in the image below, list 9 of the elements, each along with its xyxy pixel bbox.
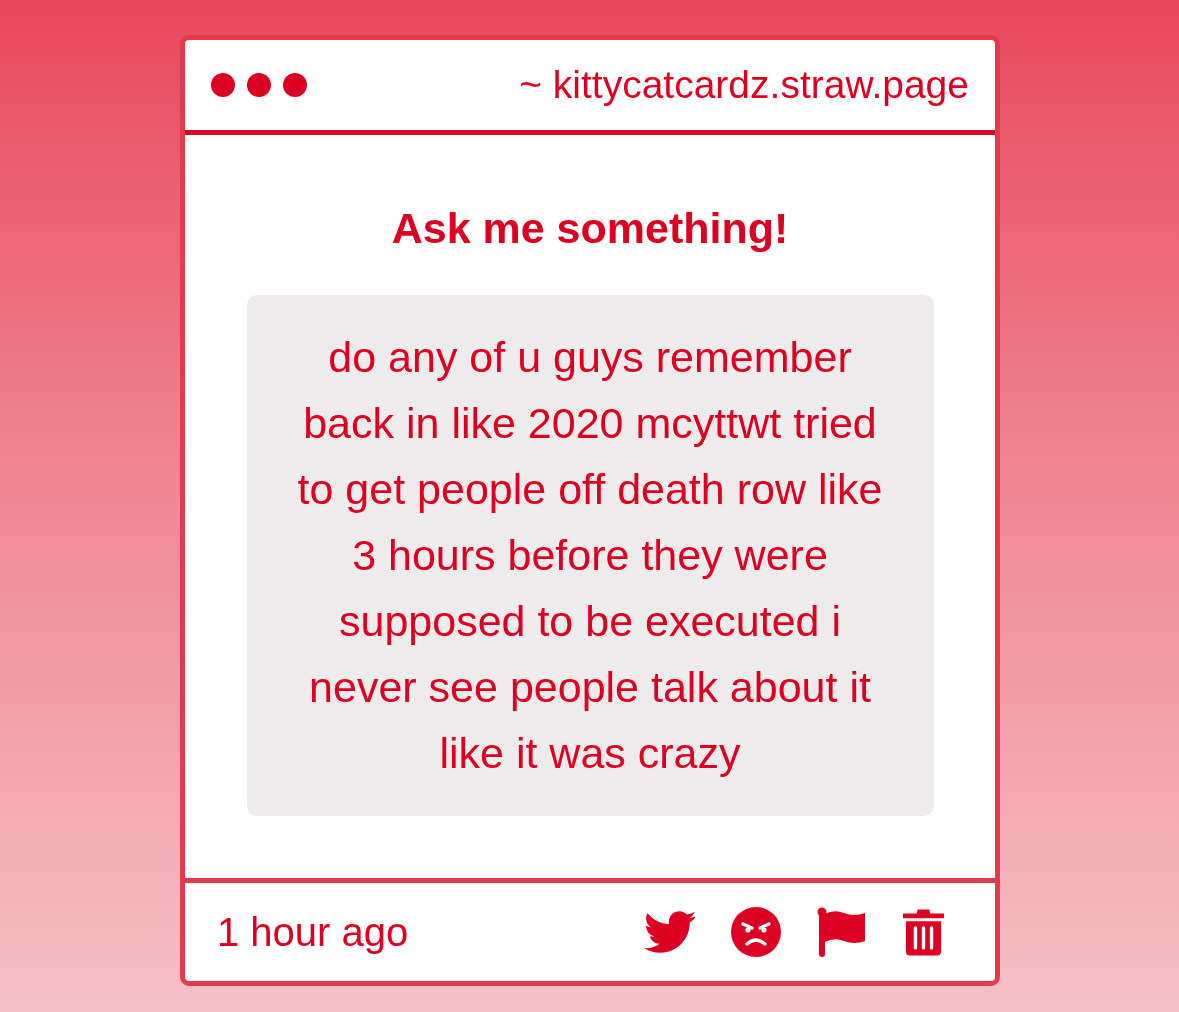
page-title: Ask me something!: [391, 203, 789, 253]
question-text: do any of u guys remember back in like 2020 mcyttwt tried to get people off death row like 3 hours before they were supposed to be executed i never see people talk about it like it was crazy: [296, 332, 884, 779]
flag-icon[interactable]: [817, 907, 867, 957]
angry-face-icon[interactable]: [731, 907, 781, 957]
trash-icon[interactable]: [903, 908, 944, 956]
page-address: ~ kittycatcardz.straw.page: [519, 63, 969, 107]
window-dots-icon: [210, 72, 308, 98]
timestamp: 1 hour ago: [217, 909, 409, 955]
bird-icon[interactable]: [644, 911, 695, 953]
